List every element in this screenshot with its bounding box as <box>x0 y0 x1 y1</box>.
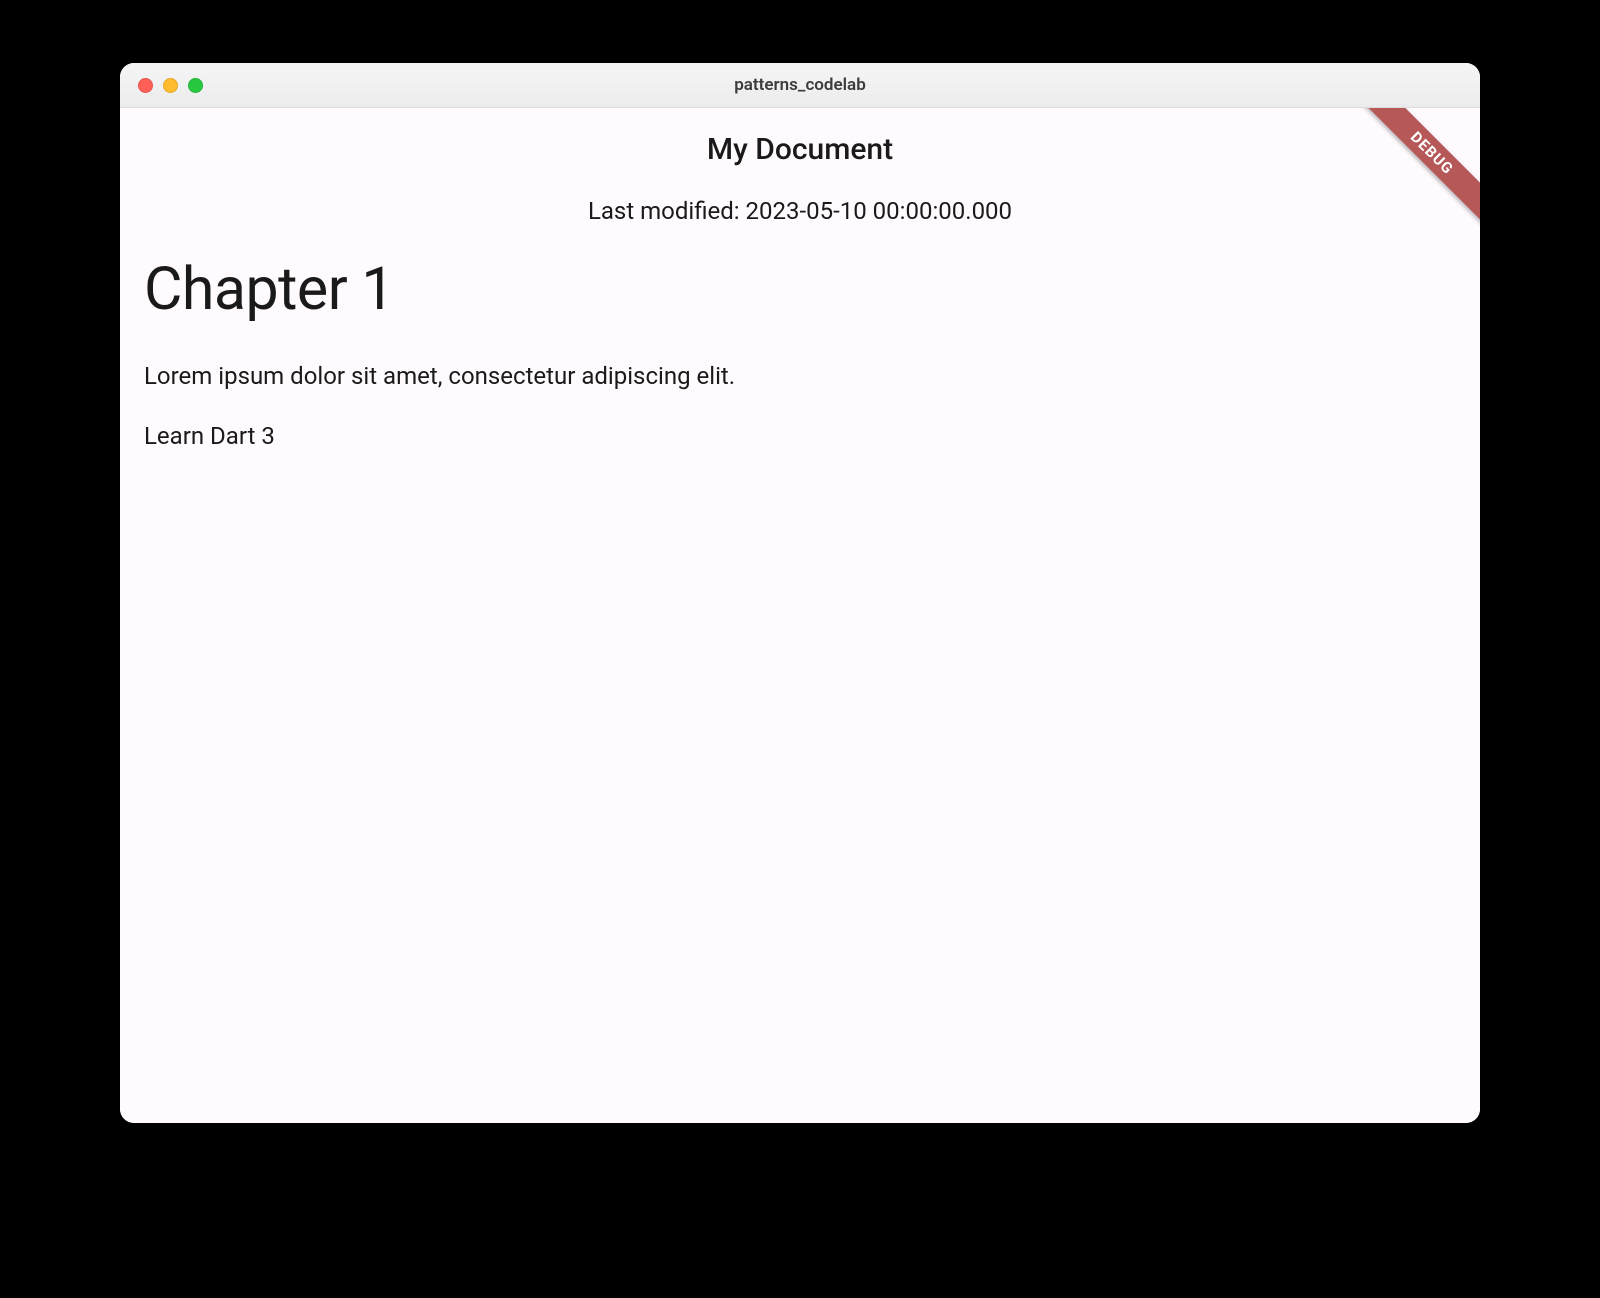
document-body: Chapter 1 Lorem ipsum dolor sit amet, co… <box>120 225 1480 450</box>
chapter-heading: Chapter 1 <box>144 255 1456 324</box>
app-content-area: My Document Last modified: 2023-05-10 00… <box>120 108 1480 1123</box>
app-header: My Document Last modified: 2023-05-10 00… <box>120 108 1480 225</box>
application-window: patterns_codelab My Document Last modifi… <box>120 63 1480 1123</box>
window-titlebar[interactable]: patterns_codelab <box>120 63 1480 108</box>
window-title: patterns_codelab <box>120 75 1480 95</box>
checkbox-item-text: Learn Dart 3 <box>144 422 1456 450</box>
paragraph-text: Lorem ipsum dolor sit amet, consectetur … <box>144 362 1456 390</box>
last-modified-label: Last modified: 2023-05-10 00:00:00.000 <box>120 197 1480 225</box>
page-title: My Document <box>120 132 1480 167</box>
